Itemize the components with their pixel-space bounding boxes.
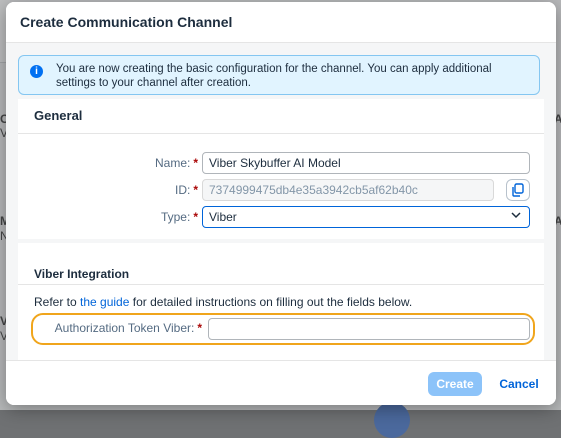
id-label: ID: * — [174, 183, 198, 197]
info-icon: i — [30, 65, 43, 78]
info-message-text: You are now creating the basic configura… — [56, 63, 492, 89]
guide-instructions: Refer to the guide for detailed instruct… — [34, 295, 413, 309]
section-divider — [18, 133, 544, 134]
type-select[interactable]: Viber — [202, 206, 530, 228]
general-section: General Name:* ID:* Type:* Viber — [18, 99, 544, 239]
authorization-token-input[interactable] — [208, 318, 530, 340]
guide-link[interactable]: the guide — [80, 295, 129, 309]
type-select-value: Viber — [209, 210, 237, 224]
background-avatar — [374, 402, 410, 438]
dialog-header: Create Communication Channel — [6, 2, 556, 43]
viber-integration-section: Viber Integration Refer to the guide for… — [18, 243, 544, 363]
general-section-title: General — [34, 108, 83, 123]
viber-section-title: Viber Integration — [34, 267, 130, 281]
copy-id-button[interactable] — [506, 179, 530, 201]
create-button[interactable]: Create — [428, 372, 482, 396]
create-channel-dialog: Create Communication Channel i You are n… — [6, 2, 556, 405]
token-label: Authorization Token Viber: * — [54, 321, 202, 335]
dialog-title: Create Communication Channel — [20, 14, 233, 30]
info-message-strip: i You are now creating the basic configu… — [18, 55, 540, 95]
dialog-footer: Create Cancel — [6, 360, 556, 405]
copy-icon — [512, 183, 524, 197]
section-divider — [18, 284, 544, 285]
chevron-down-icon — [511, 210, 521, 223]
name-label: Name: * — [154, 156, 198, 170]
dialog-body: i You are now creating the basic configu… — [6, 43, 556, 363]
cancel-button[interactable]: Cancel — [490, 372, 548, 396]
name-input[interactable] — [202, 152, 530, 174]
type-label: Type: * — [160, 210, 198, 224]
id-input[interactable] — [202, 179, 494, 201]
